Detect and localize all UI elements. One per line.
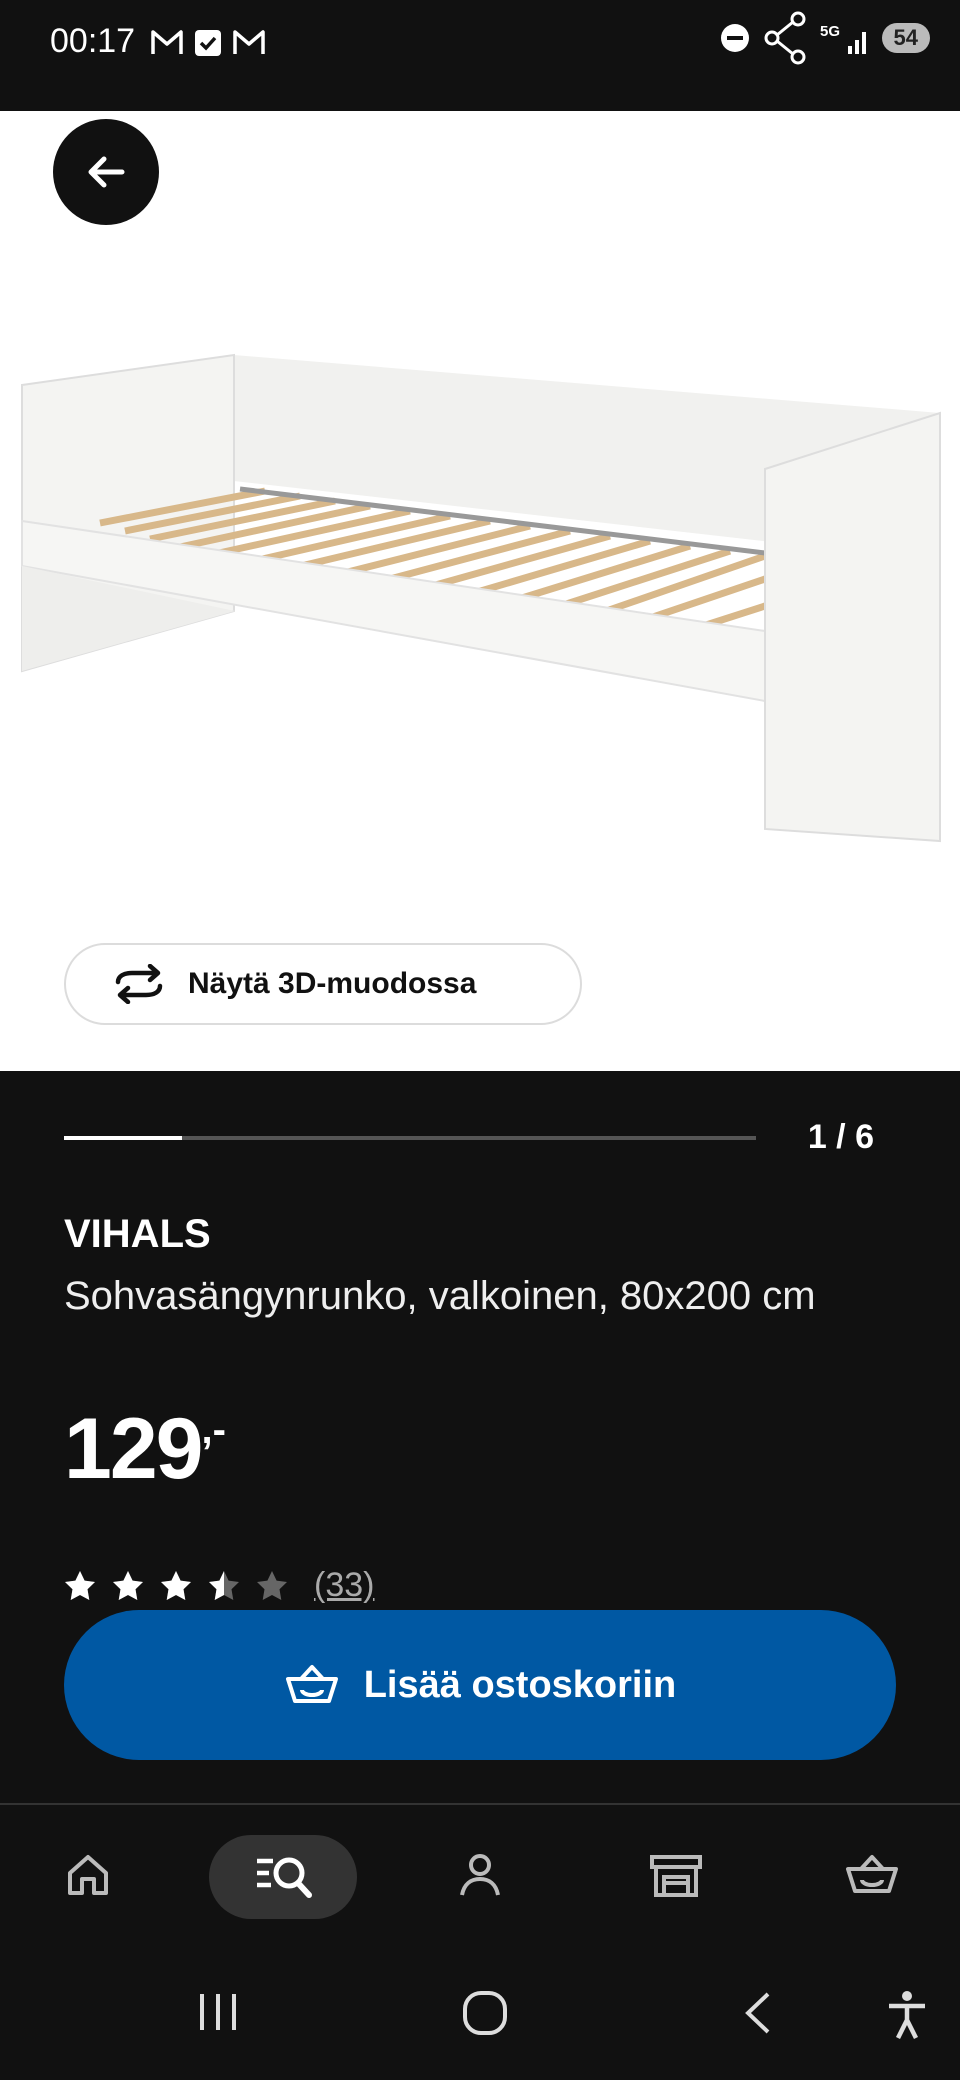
share-icon [764, 11, 806, 65]
product-price: 129,- [64, 1400, 226, 1499]
nav-profile[interactable] [430, 1835, 530, 1915]
nav-search[interactable] [209, 1835, 357, 1919]
product-brand: VIHALS [64, 1212, 211, 1256]
gmail-icon [233, 30, 265, 54]
product-image-gallery[interactable] [0, 111, 960, 1071]
system-status-icons: 5G 54 [720, 10, 930, 66]
price-integer: 129 [64, 1401, 203, 1497]
image-counter: 1 / 6 [807, 1118, 874, 1156]
home-icon [68, 1855, 108, 1895]
star-icon [113, 1570, 143, 1600]
checkbox-icon [195, 30, 221, 56]
svg-text:5G: 5G [820, 23, 840, 40]
add-to-cart-label: Lisää ostoskoriin [363, 1663, 677, 1706]
price-decimal: ,- [201, 1408, 226, 1452]
basket-icon [846, 1855, 898, 1893]
star-icon [65, 1570, 95, 1600]
star-icon [209, 1570, 239, 1600]
basket-icon [285, 1665, 338, 1703]
rotate-3d-icon [115, 964, 163, 1004]
star-icon [161, 1570, 191, 1600]
bottom-navigation [0, 1805, 960, 1955]
review-count[interactable]: (33) [314, 1566, 374, 1605]
rating-stars [64, 1570, 288, 1602]
back-nav-button[interactable] [740, 1990, 774, 2036]
store-icon [650, 1855, 702, 1897]
profile-icon [460, 1854, 500, 1896]
recent-apps-icon [200, 1994, 236, 2030]
image-progress-fill [64, 1136, 182, 1140]
signal-5g-icon: 5G [820, 23, 866, 54]
product-image [21, 353, 941, 843]
chevron-left-icon [745, 1992, 770, 2034]
add-to-cart-button[interactable]: Lisää ostoskoriin [64, 1610, 896, 1760]
nav-basket[interactable] [822, 1835, 922, 1915]
notification-icons [150, 28, 266, 58]
nav-home[interactable] [38, 1835, 138, 1915]
system-navigation [0, 1960, 960, 2080]
view-3d-button[interactable]: Näytä 3D-muodossa [64, 943, 582, 1025]
accessibility-icon [889, 1991, 925, 2040]
dnd-icon [720, 24, 749, 52]
star-icon [257, 1570, 287, 1600]
home-button[interactable] [462, 1990, 508, 2036]
gmail-icon [151, 30, 183, 54]
back-button[interactable] [53, 119, 159, 225]
recent-apps-button[interactable] [196, 1990, 240, 2034]
battery-indicator: 54 [881, 23, 930, 53]
rating[interactable]: (33) [64, 1566, 374, 1605]
status-bar: 00:17 5G 54 [0, 0, 960, 111]
home-circle-icon [463, 1991, 507, 2035]
arrow-left-icon [88, 156, 125, 188]
accessibility-button[interactable] [886, 1990, 928, 2040]
nav-store[interactable] [626, 1835, 726, 1915]
product-description: Sohvasängynrunko, valkoinen, 80x200 cm [64, 1274, 816, 1318]
image-progress-bar [64, 1136, 756, 1140]
status-time: 00:17 [50, 22, 136, 60]
view-3d-label: Näytä 3D-muodossa [188, 967, 477, 1000]
search-list-icon [257, 1857, 312, 1898]
